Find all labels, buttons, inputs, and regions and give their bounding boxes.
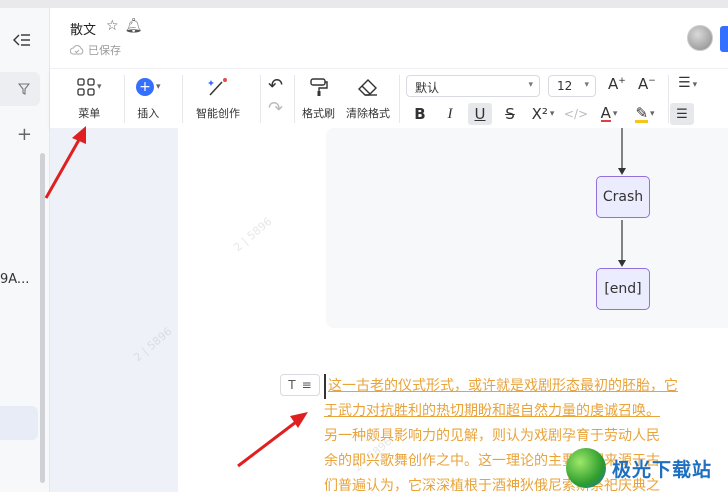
article-line: 于武力对抗胜利的热切期盼和超自然力量的虔诚召唤。 bbox=[324, 403, 660, 419]
code-icon[interactable]: </> bbox=[564, 103, 588, 125]
save-status-text: 已保存 bbox=[88, 44, 121, 57]
increase-font-icon[interactable]: A+ bbox=[608, 75, 626, 93]
block-handle[interactable]: T ≡ bbox=[280, 374, 320, 396]
sidebar-item-active[interactable] bbox=[0, 406, 38, 440]
menu-button[interactable]: ▾ 菜单 bbox=[77, 75, 102, 121]
logo-mark-icon bbox=[566, 448, 606, 488]
chevron-down-icon: ▾ bbox=[528, 80, 533, 90]
bell-icon[interactable]: 🔔︎ bbox=[125, 18, 143, 34]
insert-button[interactable]: + ▾ 插入 bbox=[136, 75, 161, 121]
chevron-down-icon: ▾ bbox=[584, 80, 589, 90]
magic-wand-icon bbox=[208, 78, 227, 96]
format-painter-button[interactable]: 格式刷 bbox=[302, 75, 335, 121]
underline-button[interactable]: U bbox=[468, 103, 492, 125]
highlight-button[interactable]: ✎ ▾ bbox=[630, 103, 660, 125]
format-painter-label: 格式刷 bbox=[302, 107, 335, 120]
bold-button[interactable]: B bbox=[408, 103, 432, 125]
toolbar-divider bbox=[124, 75, 125, 123]
superscript-label: X² bbox=[531, 105, 548, 123]
font-family-select[interactable]: 默认 ▾ bbox=[406, 75, 540, 97]
highlighter-icon: ✎ bbox=[635, 103, 649, 123]
ai-create-button[interactable]: 智能创作 bbox=[196, 75, 240, 121]
arrowhead-icon bbox=[618, 260, 626, 267]
toolbar-divider bbox=[260, 75, 261, 123]
strikethrough-button[interactable]: S bbox=[498, 103, 522, 125]
collapse-sidebar-icon[interactable] bbox=[8, 26, 36, 54]
paint-roller-icon bbox=[309, 78, 328, 96]
text-type-icon: T bbox=[288, 378, 296, 392]
bullet-list-icon[interactable]: ☰ ▾ bbox=[678, 75, 697, 91]
font-size-value: 12 bbox=[557, 79, 573, 93]
undo-icon[interactable]: ↶ bbox=[268, 73, 283, 97]
grid-menu-icon bbox=[77, 78, 95, 96]
insert-label: 插入 bbox=[137, 107, 160, 120]
arrowhead-icon bbox=[618, 168, 626, 175]
article-line: 这一古老的仪式形式，或许就是戏剧形态最初的胚胎，它 bbox=[324, 374, 728, 399]
undo-redo-group: ↶ ↷ bbox=[268, 73, 283, 119]
format-row: B I U S X² ▾ </> A ▾ ✎ ▾ ☰ bbox=[408, 103, 700, 125]
clear-format-button[interactable]: 清除格式 bbox=[346, 75, 390, 121]
align-left-icon[interactable]: ☰ bbox=[670, 103, 694, 125]
toolbar-divider bbox=[399, 75, 400, 123]
filter-button[interactable] bbox=[0, 72, 40, 106]
chevron-down-icon: ▾ bbox=[97, 82, 102, 92]
font-color-label: A bbox=[600, 104, 611, 122]
watermark: 2 | 5896 bbox=[131, 324, 175, 365]
editor-toolbar: ▾ 菜单 + ▾ 插入 智能创作 ↶ ↷ 格式刷 清除格式 默认 ▾ 12 ▾ … bbox=[50, 68, 728, 128]
decrease-font-icon[interactable]: A− bbox=[638, 75, 656, 93]
font-family-value: 默认 bbox=[415, 81, 440, 95]
sidebar-scrollbar[interactable] bbox=[40, 153, 45, 483]
chevron-down-icon: ▾ bbox=[156, 82, 161, 92]
superscript-button[interactable]: X² ▾ bbox=[528, 103, 558, 125]
save-status: 已保存 bbox=[70, 42, 121, 58]
plus-circle-icon: + bbox=[136, 78, 154, 96]
window-top-strip bbox=[0, 0, 728, 8]
filter-icon bbox=[18, 83, 30, 95]
ai-create-label: 智能创作 bbox=[196, 107, 240, 120]
share-button[interactable] bbox=[720, 26, 728, 52]
left-sidebar: + 9A... bbox=[0, 8, 50, 492]
document-canvas: 2 | 5896 2 | 5896 2 | 5896 2 | 5896 Cras… bbox=[50, 128, 728, 492]
font-color-button[interactable]: A ▾ bbox=[594, 103, 624, 125]
clear-format-label: 清除格式 bbox=[346, 107, 390, 120]
sidebar-doc-item[interactable]: 9A... bbox=[0, 272, 29, 287]
avatar[interactable] bbox=[687, 25, 713, 51]
title-icons: ☆ 🔔︎ bbox=[106, 18, 142, 34]
star-icon[interactable]: ☆ bbox=[106, 18, 119, 34]
toolbar-divider bbox=[182, 75, 183, 123]
document-header: 散文 ☆ 🔔︎ 已保存 bbox=[50, 8, 728, 68]
menu-label: 菜单 bbox=[78, 107, 101, 120]
sidebar-tools: + bbox=[0, 122, 40, 148]
cloud-check-icon bbox=[70, 45, 84, 55]
toolbar-divider bbox=[294, 75, 295, 123]
logo-text: 极光下载站 bbox=[612, 458, 713, 481]
drag-handle-icon: ≡ bbox=[301, 378, 312, 392]
font-size-select[interactable]: 12 ▾ bbox=[548, 75, 596, 97]
eraser-icon bbox=[358, 79, 377, 96]
add-doc-icon[interactable]: + bbox=[17, 124, 32, 145]
site-logo: 极光下载站 bbox=[566, 446, 726, 490]
doc-title[interactable]: 散文 bbox=[70, 19, 96, 38]
flow-node-end[interactable]: [end] bbox=[596, 268, 650, 310]
italic-button[interactable]: I bbox=[438, 103, 462, 125]
flowchart-block[interactable]: Crash [end] bbox=[326, 128, 728, 328]
flow-node-crash[interactable]: Crash bbox=[596, 176, 650, 218]
redo-icon[interactable]: ↷ bbox=[268, 97, 283, 119]
